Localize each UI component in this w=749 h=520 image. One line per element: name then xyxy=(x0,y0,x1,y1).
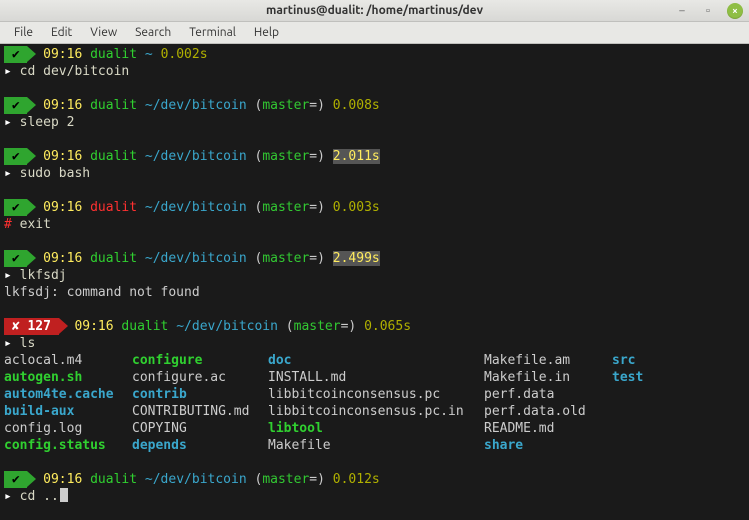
command-input[interactable]: sudo bash xyxy=(20,166,90,181)
ls-cell: perf.data.old xyxy=(484,403,612,420)
status-ok: ✔ xyxy=(4,471,27,488)
status-ok: ✔ xyxy=(4,46,27,63)
titlebar: martinus@dualit: /home/martinus/dev – ▫ … xyxy=(0,0,749,22)
git-branch: master xyxy=(262,472,309,487)
path: ~/dev/bitcoin xyxy=(145,200,247,215)
ls-cell: Makefile xyxy=(268,437,484,454)
maximize-button[interactable]: ▫ xyxy=(701,4,715,18)
host: dualit xyxy=(90,200,137,215)
time: 09:16 xyxy=(43,47,82,62)
menu-view[interactable]: View xyxy=(82,24,125,41)
time: 09:16 xyxy=(43,200,82,215)
terminal-window: martinus@dualit: /home/martinus/dev – ▫ … xyxy=(0,0,749,520)
path: ~/dev/bitcoin xyxy=(145,98,247,113)
git-branch: master xyxy=(262,200,309,215)
prompt-symbol: ▸ xyxy=(4,336,12,351)
host: dualit xyxy=(90,472,137,487)
ls-cell: doc xyxy=(268,352,484,369)
duration: 0.003s xyxy=(333,200,380,215)
menu-help[interactable]: Help xyxy=(246,24,287,41)
host: dualit xyxy=(90,47,137,62)
ls-cell: contrib xyxy=(132,386,268,403)
prompt-symbol: ▸ xyxy=(4,166,12,181)
host: dualit xyxy=(90,98,137,113)
ls-cell: Makefile.in xyxy=(484,369,612,386)
ls-cell: config.status xyxy=(4,437,132,454)
host: dualit xyxy=(90,149,137,164)
path: ~/dev/bitcoin xyxy=(145,251,247,266)
ls-cell: build-aux xyxy=(4,403,132,420)
ls-cell: README.md xyxy=(484,420,612,437)
host: dualit xyxy=(121,319,168,334)
ls-cell: configure xyxy=(132,352,268,369)
status-ok: ✔ xyxy=(4,97,27,114)
git-branch: master xyxy=(294,319,341,334)
menu-terminal[interactable]: Terminal xyxy=(181,24,244,41)
command-input[interactable]: exit xyxy=(20,217,51,232)
ls-cell: test xyxy=(612,369,643,386)
status-ok: ✔ xyxy=(4,199,27,216)
time: 09:16 xyxy=(43,472,82,487)
host: dualit xyxy=(90,251,137,266)
menu-edit[interactable]: Edit xyxy=(43,24,80,41)
ls-cell: aclocal.m4 xyxy=(4,352,132,369)
ls-cell: depends xyxy=(132,437,268,454)
ls-cell: configure.ac xyxy=(132,369,268,386)
duration: 2.499s xyxy=(333,251,380,266)
time: 09:16 xyxy=(43,251,82,266)
ls-cell: share xyxy=(484,437,612,454)
duration: 0.008s xyxy=(333,98,380,113)
time: 09:16 xyxy=(43,98,82,113)
close-button[interactable]: × xyxy=(727,3,743,19)
status-err: ✘ 127 xyxy=(4,318,59,335)
ls-cell: perf.data xyxy=(484,386,612,403)
window-controls: – ▫ × xyxy=(675,3,743,19)
git-branch: master xyxy=(262,251,309,266)
duration: 0.065s xyxy=(364,319,411,334)
time: 09:16 xyxy=(43,149,82,164)
command-input[interactable]: cd .. xyxy=(20,489,59,504)
status-ok: ✔ xyxy=(4,250,27,267)
cursor xyxy=(60,488,68,502)
window-title: martinus@dualit: /home/martinus/dev xyxy=(266,4,483,17)
command-input[interactable]: cd dev/bitcoin xyxy=(20,64,130,79)
menubar: FileEditViewSearchTerminalHelp xyxy=(0,22,749,44)
ls-cell: INSTALL.md xyxy=(268,369,484,386)
menu-file[interactable]: File xyxy=(6,24,41,41)
ls-cell: libbitcoinconsensus.pc.in xyxy=(268,403,484,420)
status-ok: ✔ xyxy=(4,148,27,165)
ls-cell: COPYING xyxy=(132,420,268,437)
command-input[interactable]: lkfsdj xyxy=(20,268,67,283)
ls-cell: autogen.sh xyxy=(4,369,132,386)
path: ~/dev/bitcoin xyxy=(145,472,247,487)
git-branch: master xyxy=(262,149,309,164)
git-branch: master xyxy=(262,98,309,113)
ls-cell: config.log xyxy=(4,420,132,437)
path: ~ xyxy=(145,47,153,62)
prompt-symbol: # xyxy=(4,217,12,232)
ls-cell: src xyxy=(612,352,635,369)
prompt-symbol: ▸ xyxy=(4,115,12,130)
ls-cell: Makefile.am xyxy=(484,352,612,369)
prompt-symbol: ▸ xyxy=(4,64,12,79)
terminal-content[interactable]: ✔ 09:16 dualit ~ 0.002s ▸ cd dev/bitcoin… xyxy=(0,44,749,520)
command-input[interactable]: sleep 2 xyxy=(20,115,75,130)
output-line: lkfsdj: command not found xyxy=(4,285,200,300)
prompt-symbol: ▸ xyxy=(4,268,12,283)
duration: 2.011s xyxy=(333,149,380,164)
minimize-button[interactable]: – xyxy=(675,4,689,18)
path: ~/dev/bitcoin xyxy=(145,149,247,164)
ls-cell: autom4te.cache xyxy=(4,386,132,403)
duration: 0.012s xyxy=(333,472,380,487)
menu-search[interactable]: Search xyxy=(127,24,179,41)
prompt-symbol: ▸ xyxy=(4,489,12,504)
ls-cell: libtool xyxy=(268,420,484,437)
path: ~/dev/bitcoin xyxy=(176,319,278,334)
duration: 0.002s xyxy=(161,47,208,62)
time: 09:16 xyxy=(74,319,113,334)
command-input[interactable]: ls xyxy=(20,336,36,351)
ls-cell: CONTRIBUTING.md xyxy=(132,403,268,420)
ls-cell: libbitcoinconsensus.pc xyxy=(268,386,484,403)
